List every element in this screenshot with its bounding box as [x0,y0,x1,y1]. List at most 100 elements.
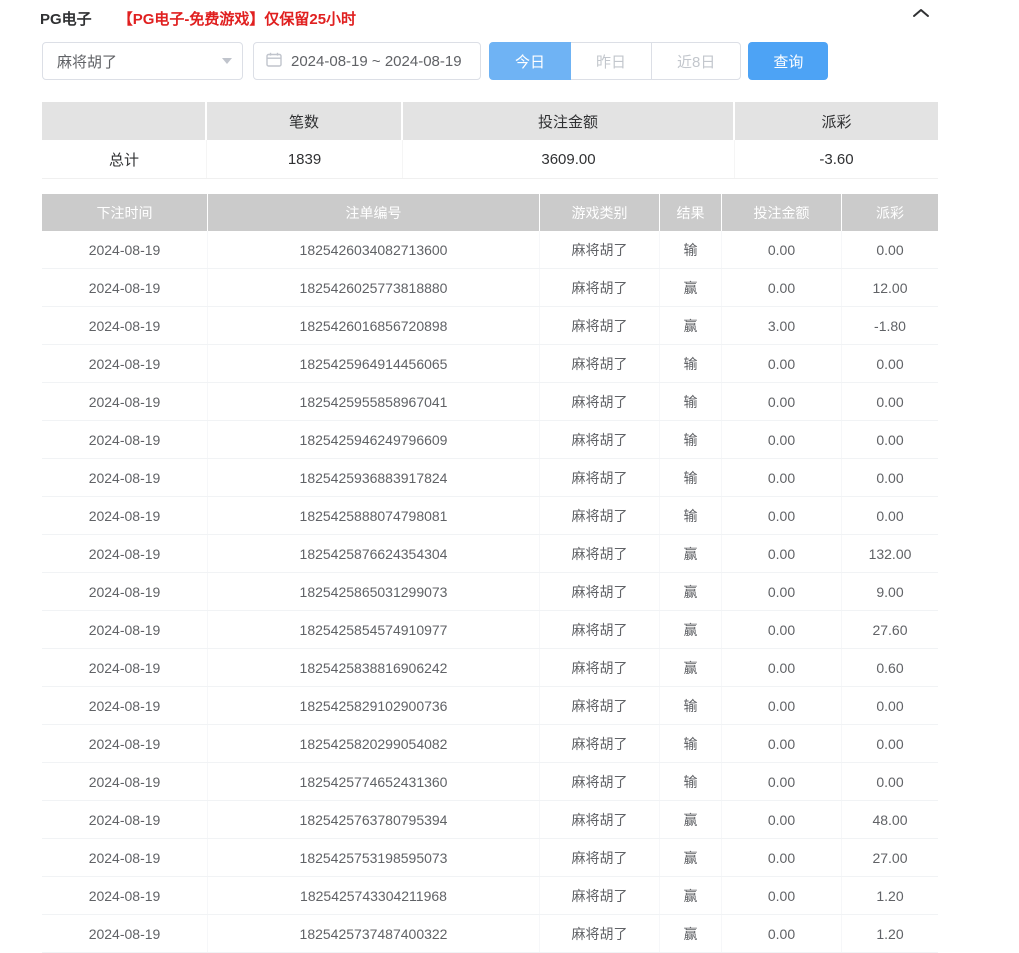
bet-time-cell: 2024-08-19 [42,687,208,724]
quick-btn-last8days[interactable]: 近8日 [651,42,741,80]
table-row: 2024-08-19 1825425763780795394 麻将胡了 赢 0.… [42,801,938,839]
table-row: 2024-08-19 1825425876624354304 麻将胡了 赢 0.… [42,535,938,573]
summary-bet-amount: 3609.00 [403,140,735,178]
bet-time-cell: 2024-08-19 [42,915,208,952]
bet-time-cell: 2024-08-19 [42,573,208,610]
table-row: 2024-08-19 1825425838816906242 麻将胡了 赢 0.… [42,649,938,687]
bet-time-cell: 2024-08-19 [42,611,208,648]
bet-amount-cell: 0.00 [722,763,842,800]
result-cell: 赢 [660,307,722,344]
order-id-cell: 1825425743304211968 [208,877,540,914]
table-row: 2024-08-19 1825425820299054082 麻将胡了 输 0.… [42,725,938,763]
quick-btn-yesterday[interactable]: 昨日 [570,42,652,80]
summary-header-payout: 派彩 [735,102,938,140]
result-cell: 赢 [660,649,722,686]
bet-time-cell: 2024-08-19 [42,497,208,534]
result-cell: 输 [660,459,722,496]
payout-cell: 0.00 [842,497,938,534]
result-cell: 赢 [660,535,722,572]
game-type-cell: 麻将胡了 [540,421,660,458]
header-bet-time: 下注时间 [42,194,208,231]
result-cell: 赢 [660,915,722,952]
table-row: 2024-08-19 1825425829102900736 麻将胡了 输 0.… [42,687,938,725]
bet-time-cell: 2024-08-19 [42,421,208,458]
result-cell: 赢 [660,573,722,610]
order-id-cell: 1825425838816906242 [208,649,540,686]
search-button[interactable]: 查询 [748,42,828,80]
bet-amount-cell: 0.00 [722,725,842,762]
bet-table-body: 2024-08-19 1825426034082713600 麻将胡了 输 0.… [42,231,938,953]
bet-amount-cell: 0.00 [722,915,842,952]
payout-cell: 0.00 [842,725,938,762]
order-id-cell: 1825425888074798081 [208,497,540,534]
bet-amount-cell: 0.00 [722,383,842,420]
table-row: 2024-08-19 1825426025773818880 麻将胡了 赢 0.… [42,269,938,307]
result-cell: 赢 [660,839,722,876]
bet-time-cell: 2024-08-19 [42,231,208,268]
order-id-cell: 1825425763780795394 [208,801,540,838]
quick-btn-today[interactable]: 今日 [489,42,571,80]
result-cell: 输 [660,231,722,268]
summary-header-bet-amount: 投注金额 [403,102,735,140]
game-type-cell: 麻将胡了 [540,649,660,686]
table-row: 2024-08-19 1825425936883917824 麻将胡了 输 0.… [42,459,938,497]
table-row: 2024-08-19 1825425854574910977 麻将胡了 赢 0.… [42,611,938,649]
chevron-down-icon [222,58,232,64]
payout-cell: 0.00 [842,421,938,458]
bet-time-cell: 2024-08-19 [42,763,208,800]
bet-amount-cell: 0.00 [722,269,842,306]
bet-amount-cell: 0.00 [722,573,842,610]
payout-cell: -1.80 [842,307,938,344]
order-id-cell: 1825425865031299073 [208,573,540,610]
summary-header-count: 笔数 [207,102,403,140]
bet-time-cell: 2024-08-19 [42,649,208,686]
payout-cell: 27.60 [842,611,938,648]
date-range-input[interactable]: 2024-08-19 ~ 2024-08-19 [253,42,481,80]
result-cell: 赢 [660,801,722,838]
bet-amount-cell: 0.00 [722,649,842,686]
result-cell: 输 [660,687,722,724]
table-row: 2024-08-19 1825425964914456065 麻将胡了 输 0.… [42,345,938,383]
game-type-cell: 麻将胡了 [540,687,660,724]
result-cell: 输 [660,383,722,420]
bet-amount-cell: 0.00 [722,839,842,876]
bet-amount-cell: 0.00 [722,421,842,458]
notice-text: 【PG电子-免费游戏】仅保留25小时 [118,8,356,29]
bet-time-cell: 2024-08-19 [42,345,208,382]
result-cell: 赢 [660,611,722,648]
game-type-cell: 麻将胡了 [540,269,660,306]
game-type-cell: 麻将胡了 [540,725,660,762]
bet-time-cell: 2024-08-19 [42,725,208,762]
game-type-select[interactable]: 麻将胡了 [42,42,243,80]
bet-time-cell: 2024-08-19 [42,459,208,496]
game-type-cell: 麻将胡了 [540,307,660,344]
bet-time-cell: 2024-08-19 [42,801,208,838]
bet-table-header-row: 下注时间 注单编号 游戏类别 结果 投注金额 派彩 [42,194,938,231]
order-id-cell: 1825425829102900736 [208,687,540,724]
payout-cell: 48.00 [842,801,938,838]
header-result: 结果 [660,194,722,231]
order-id-cell: 1825426034082713600 [208,231,540,268]
payout-cell: 0.00 [842,383,938,420]
bet-amount-cell: 3.00 [722,307,842,344]
header-bet-amount: 投注金额 [722,194,842,231]
summary-header-row: 笔数 投注金额 派彩 [42,102,938,140]
collapse-panel-button[interactable] [907,1,935,27]
table-row: 2024-08-19 1825425774652431360 麻将胡了 输 0.… [42,763,938,801]
result-cell: 输 [660,725,722,762]
summary-total-label: 总计 [42,140,207,178]
calendar-icon [266,52,291,71]
bet-amount-cell: 0.00 [722,687,842,724]
result-cell: 输 [660,497,722,534]
filter-bar: 麻将胡了 2024-08-19 ~ 2024-08-19 今日 昨日 近8日 查… [42,42,1019,80]
game-type-cell: 麻将胡了 [540,763,660,800]
bet-amount-cell: 0.00 [722,535,842,572]
header-bar: PG电子 【PG电子-免费游戏】仅保留25小时 [0,0,1019,30]
game-type-cell: 麻将胡了 [540,231,660,268]
result-cell: 输 [660,763,722,800]
game-type-cell: 麻将胡了 [540,801,660,838]
result-cell: 赢 [660,269,722,306]
bet-amount-cell: 0.00 [722,345,842,382]
payout-cell: 27.00 [842,839,938,876]
payout-cell: 12.00 [842,269,938,306]
